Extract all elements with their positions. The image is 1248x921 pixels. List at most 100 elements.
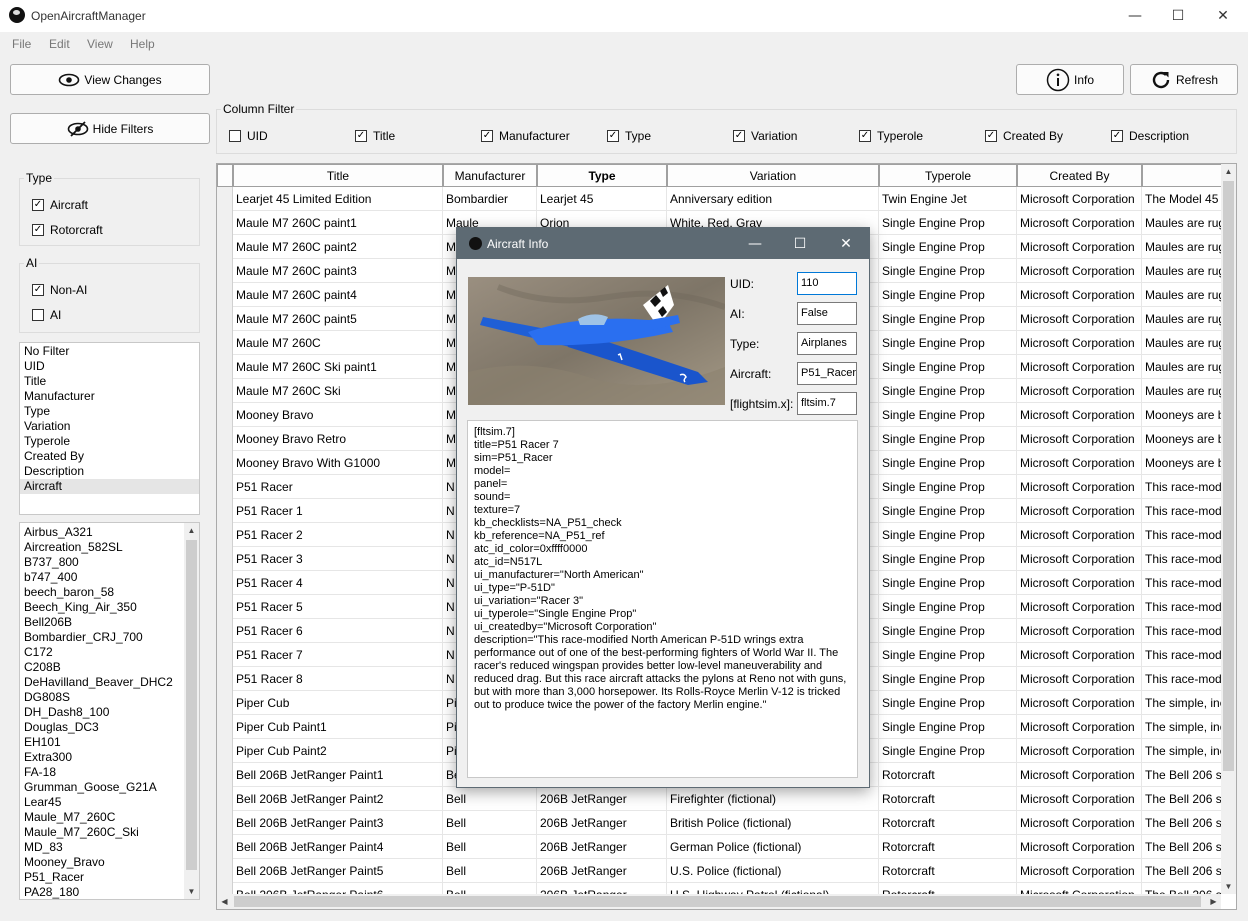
row-header[interactable]: [217, 835, 233, 859]
aircraft-list-item[interactable]: C208B: [20, 660, 184, 675]
column-filter-title-checkbox[interactable]: ✓ Title: [355, 129, 395, 143]
row-header[interactable]: [217, 523, 233, 547]
row-header[interactable]: [217, 451, 233, 475]
dialog-field-aircraft-input[interactable]: P51_Racer: [797, 362, 857, 385]
aircraft-list-scrollbar[interactable]: ▲ ▼: [184, 523, 199, 899]
column-filter-manufacturer-checkbox[interactable]: ✓ Manufacturer: [481, 129, 570, 143]
table-row[interactable]: Bell 206B JetRanger Paint5 Bell 206B JetRa…: [217, 859, 1222, 883]
aircraft-list-item[interactable]: Maule_M7_260C: [20, 810, 184, 825]
aircraft-list-item[interactable]: C172: [20, 645, 184, 660]
filter-list-item[interactable]: Typerole: [20, 434, 199, 449]
type-filter-checkbox-box[interactable]: ✓: [32, 224, 44, 236]
row-header[interactable]: [217, 883, 233, 894]
column-filter-checkbox-box[interactable]: ✓: [733, 130, 745, 142]
table-horizontal-thumb[interactable]: [234, 896, 1201, 907]
aircraft-list-item[interactable]: DG808S: [20, 690, 184, 705]
row-header[interactable]: [217, 859, 233, 883]
row-header[interactable]: [217, 571, 233, 595]
aircraft-config-text[interactable]: [fltsim.7] title=P51 Racer 7 sim=P51_Rac…: [467, 420, 858, 778]
row-header[interactable]: [217, 667, 233, 691]
aircraft-list-item[interactable]: Bombardier_CRJ_700: [20, 630, 184, 645]
aircraft-list-item[interactable]: B737_800: [20, 555, 184, 570]
row-header[interactable]: [217, 763, 233, 787]
column-header-manufacturer[interactable]: Manufacturer: [443, 164, 537, 187]
dialog-field-ai-input[interactable]: False: [797, 302, 857, 325]
table-row[interactable]: Bell 206B JetRanger Paint4 Bell 206B JetRa…: [217, 835, 1222, 859]
column-filter-created-by-checkbox[interactable]: ✓ Created By: [985, 129, 1063, 143]
scroll-up-arrow-icon[interactable]: ▲: [184, 523, 199, 538]
ai-filter-checkbox-box[interactable]: ✓: [32, 284, 44, 296]
row-header[interactable]: [217, 235, 233, 259]
filter-list-item[interactable]: No Filter: [20, 344, 199, 359]
column-header-description[interactable]: [1142, 164, 1222, 187]
aircraft-list-item[interactable]: Airbus_A321: [20, 525, 184, 540]
column-filter-checkbox-box[interactable]: [229, 130, 241, 142]
type-filter-rotorcraft-checkbox[interactable]: ✓ Rotorcraft: [32, 223, 103, 237]
aircraft-list-item[interactable]: Bell206B: [20, 615, 184, 630]
maximize-button[interactable]: ☐: [1155, 0, 1201, 32]
info-button[interactable]: Info: [1016, 64, 1124, 95]
table-row[interactable]: Learjet 45 Limited Edition Bombardier Lear…: [217, 187, 1222, 211]
dialog-close-button[interactable]: ✕: [823, 228, 869, 260]
column-header-type[interactable]: Type: [537, 164, 667, 187]
row-header[interactable]: [217, 475, 233, 499]
column-header-typerole[interactable]: Typerole: [879, 164, 1017, 187]
aircraft-list-item[interactable]: PA28_180: [20, 885, 184, 899]
table-row[interactable]: Bell 206B JetRanger Paint3 Bell 206B JetRa…: [217, 811, 1222, 835]
aircraft-list-item[interactable]: Lear45: [20, 795, 184, 810]
column-header-created-by[interactable]: Created By: [1017, 164, 1142, 187]
row-header[interactable]: [217, 595, 233, 619]
aircraft-list-item[interactable]: Maule_M7_260C_Ski: [20, 825, 184, 840]
menu-view[interactable]: View: [87, 37, 113, 51]
filter-list-item[interactable]: Title: [20, 374, 199, 389]
row-header[interactable]: [217, 283, 233, 307]
type-filter-aircraft-checkbox[interactable]: ✓ Aircraft: [32, 198, 88, 212]
aircraft-list-item[interactable]: beech_baron_58: [20, 585, 184, 600]
table-horizontal-scrollbar[interactable]: ◀ ▶: [217, 894, 1221, 909]
filter-list-item[interactable]: UID: [20, 359, 199, 374]
aircraft-list-item[interactable]: FA-18: [20, 765, 184, 780]
aircraft-list-scroll-thumb[interactable]: [186, 540, 197, 870]
ai-filter-ai-checkbox[interactable]: AI: [32, 308, 61, 322]
row-header[interactable]: [217, 619, 233, 643]
aircraft-list-item[interactable]: Extra300: [20, 750, 184, 765]
dialog-field-uid-input[interactable]: 110: [797, 272, 857, 295]
menu-help[interactable]: Help: [130, 37, 155, 51]
row-header[interactable]: [217, 355, 233, 379]
column-header-variation[interactable]: Variation: [667, 164, 879, 187]
aircraft-list-item[interactable]: P51_Racer: [20, 870, 184, 885]
column-filter-checkbox-box[interactable]: ✓: [481, 130, 493, 142]
row-header[interactable]: [217, 187, 233, 211]
column-filter-uid-checkbox[interactable]: UID: [229, 129, 268, 143]
table-row[interactable]: Bell 206B JetRanger Paint2 Bell 206B JetRa…: [217, 787, 1222, 811]
menu-edit[interactable]: Edit: [49, 37, 70, 51]
scroll-down-arrow-icon[interactable]: ▼: [184, 884, 199, 899]
filter-list-item[interactable]: Created By: [20, 449, 199, 464]
aircraft-list-item[interactable]: Grumman_Goose_G21A: [20, 780, 184, 795]
filter-field-list[interactable]: No Filter UID Title Manufacturer Type Variati…: [19, 342, 200, 515]
column-filter-checkbox-box[interactable]: ✓: [607, 130, 619, 142]
view-changes-button[interactable]: View Changes: [10, 64, 210, 95]
aircraft-list-item[interactable]: MD_83: [20, 840, 184, 855]
row-header[interactable]: [217, 379, 233, 403]
row-header[interactable]: [217, 811, 233, 835]
row-header[interactable]: [217, 787, 233, 811]
table-scroll-left-icon[interactable]: ◀: [217, 894, 232, 909]
dialog-maximize-button[interactable]: ☐: [777, 228, 823, 260]
column-filter-checkbox-box[interactable]: ✓: [859, 130, 871, 142]
dialog-minimize-button[interactable]: —: [732, 228, 778, 260]
column-filter-checkbox-box[interactable]: ✓: [985, 130, 997, 142]
row-header[interactable]: [217, 427, 233, 451]
aircraft-folder-list[interactable]: Airbus_A321 Aircreation_582SL B737_800 b747…: [19, 522, 200, 900]
aircraft-list-item[interactable]: b747_400: [20, 570, 184, 585]
column-header-title[interactable]: Title: [233, 164, 443, 187]
table-vertical-scrollbar[interactable]: ▲ ▼: [1221, 164, 1236, 894]
table-vertical-thumb[interactable]: [1223, 181, 1234, 771]
column-filter-type-checkbox[interactable]: ✓ Type: [607, 129, 651, 143]
table-scroll-up-icon[interactable]: ▲: [1221, 164, 1236, 179]
table-scroll-down-icon[interactable]: ▼: [1221, 879, 1236, 894]
filter-list-item[interactable]: Description: [20, 464, 199, 479]
filter-list-item[interactable]: Type: [20, 404, 199, 419]
type-filter-checkbox-box[interactable]: ✓: [32, 199, 44, 211]
row-header[interactable]: [217, 307, 233, 331]
